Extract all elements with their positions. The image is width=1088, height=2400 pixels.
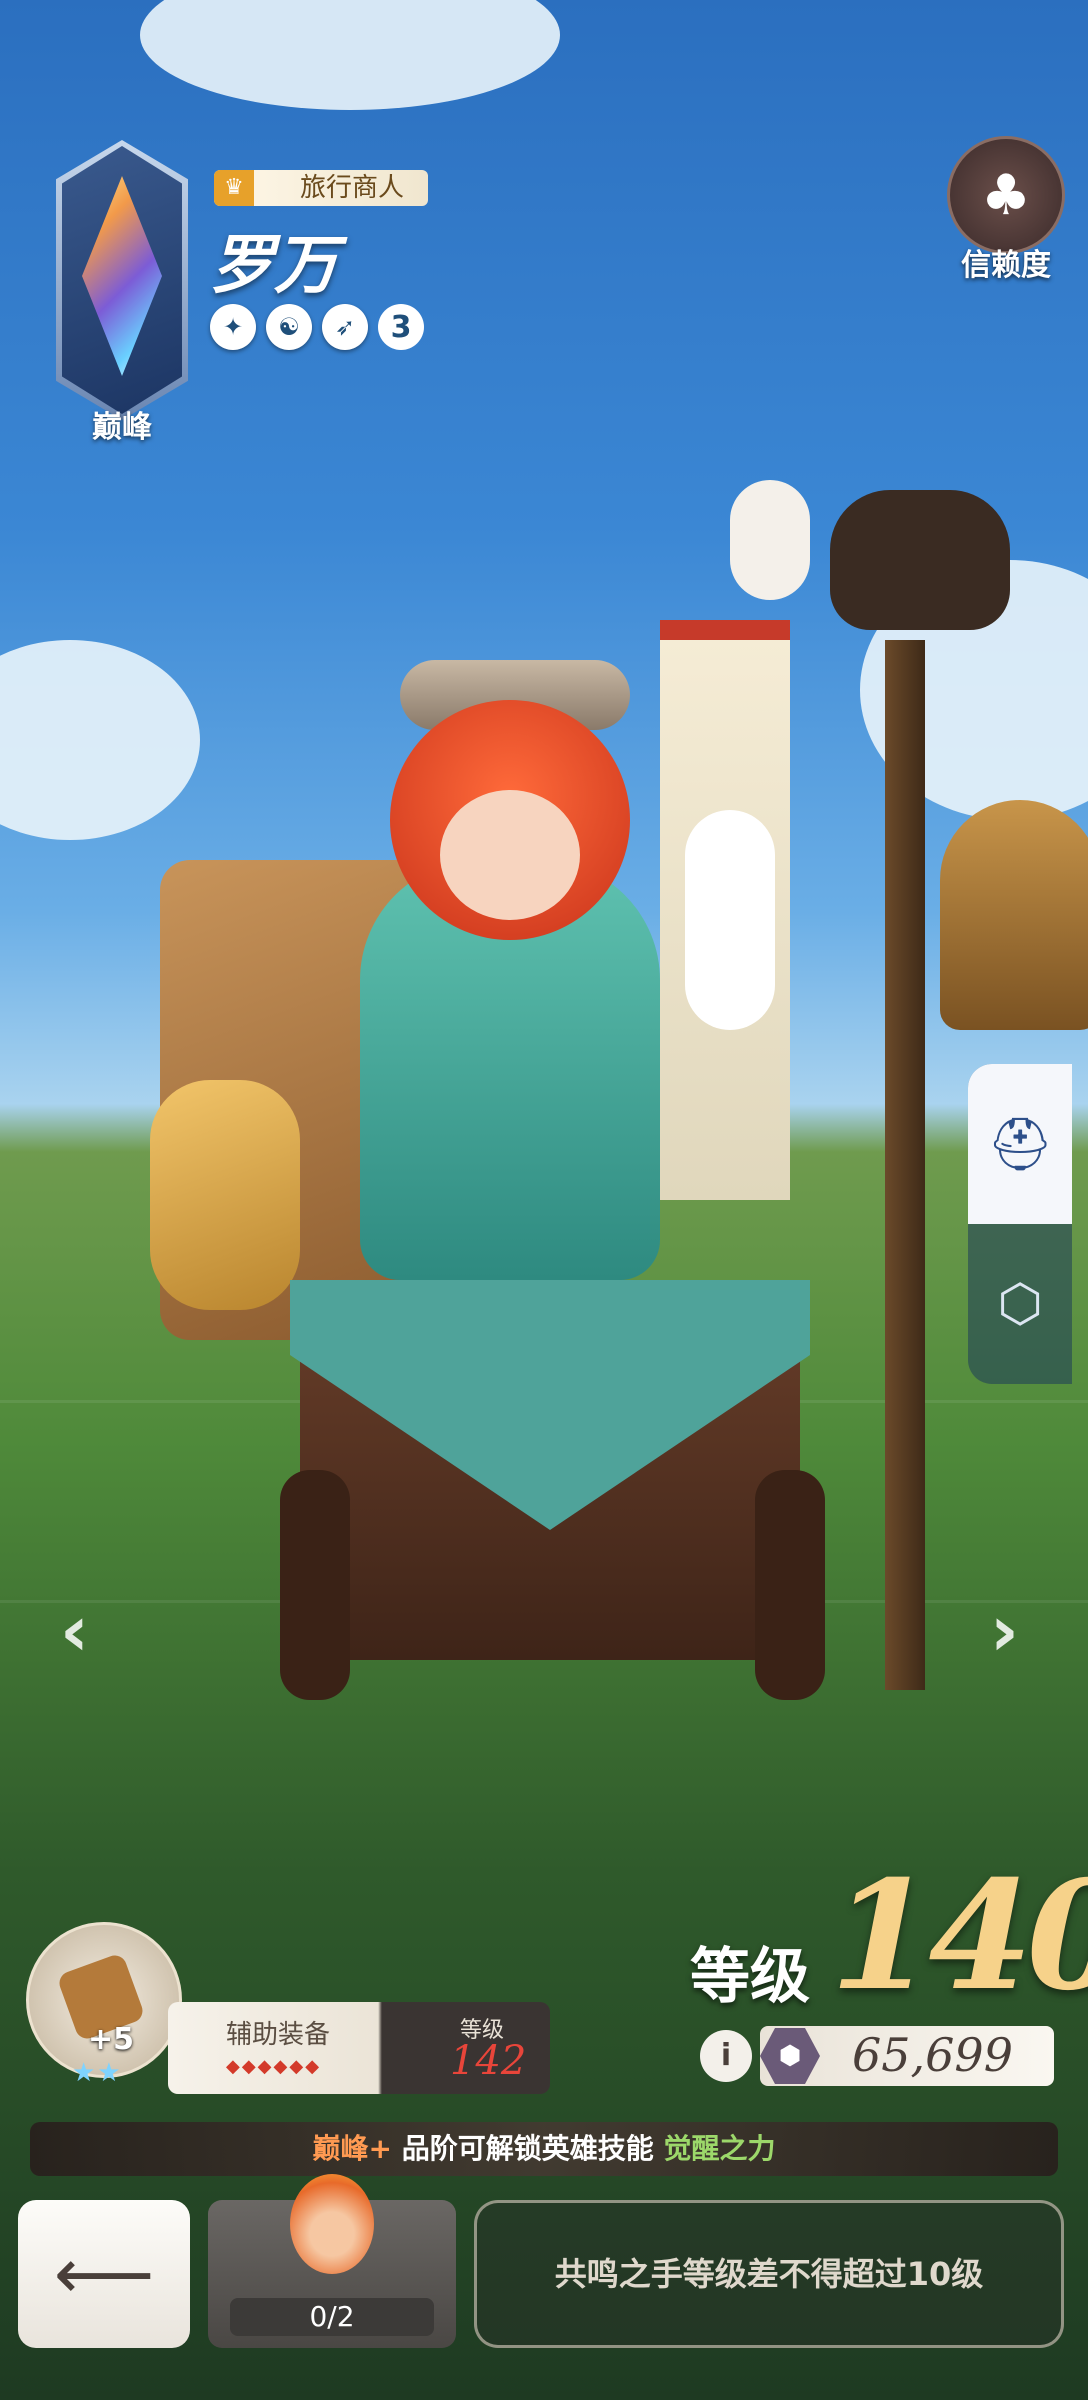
hero-level-label: 等级 (690, 1942, 810, 2012)
cloud (140, 0, 560, 110)
helmet-icon[interactable]: ⛑ (968, 1064, 1072, 1224)
hero-portrait-icon (290, 2174, 374, 2274)
trust-label: 信赖度 (961, 248, 1051, 283)
equipment-plus: +5 (88, 2022, 135, 2057)
prev-hero-arrow[interactable]: ‹ (60, 1590, 89, 1672)
sack (150, 1080, 300, 1310)
power-display: ⬢ 65,699 (760, 2026, 1054, 2086)
hero-skill-icons: ✦ ☯ ➶ 3 (210, 304, 424, 350)
hero-title: 旅行商人 (300, 173, 405, 203)
rank-badge[interactable]: 巅峰 (48, 140, 196, 450)
trust-button[interactable]: ♣ 信赖度 (946, 136, 1066, 283)
star-icon[interactable]: ✦ (210, 304, 256, 350)
next-hero-arrow[interactable]: › (990, 1590, 1019, 1672)
notice-skill: 觉醒之力 (663, 2132, 776, 2165)
back-button[interactable]: ⟵ (18, 2200, 190, 2348)
white-bird (730, 480, 810, 600)
resonance-message: 共鸣之手等级差不得超过10级 (474, 2200, 1064, 2348)
equipment-level: 142 (450, 2038, 527, 2084)
duck (830, 490, 1010, 630)
back-arrow-icon: ⟵ (53, 2233, 155, 2315)
rank-label: 巅峰 (92, 410, 152, 445)
side-tab-bar: ⛑ ⬡ (968, 1064, 1072, 1384)
hero-face (440, 790, 580, 920)
resonance-card[interactable]: 0/2 (208, 2174, 456, 2348)
crown-icon: ♛ (214, 170, 254, 206)
resonance-count: 0/2 (230, 2298, 434, 2336)
hero-character[interactable] (140, 480, 1088, 1780)
hero-name: 罗万 (210, 228, 338, 303)
clover-icon: ♣ (947, 136, 1065, 254)
power-value: 65,699 (852, 2028, 1013, 2082)
upgrade-notice: 巅峰+ 品阶可解锁英雄技能 觉醒之力 (30, 2122, 1058, 2176)
cart-wheel (755, 1470, 825, 1700)
notice-text: 品阶可解锁英雄技能 (391, 2132, 664, 2165)
equipment-name: 辅助装备 (226, 2020, 331, 2050)
goose-emblem (685, 810, 775, 1030)
support-equipment-icon[interactable]: +5 ★★ (26, 1922, 186, 2092)
hero-level: 140 (830, 1848, 1088, 2024)
hero-title-badge: ♛ 旅行商人 (214, 170, 428, 206)
card-icon[interactable]: ⬡ (968, 1224, 1072, 1384)
equipment-rank-dots: ◆◆◆◆◆◆ (226, 2056, 322, 2077)
info-button[interactable]: i (700, 2030, 752, 2082)
cart-wheel (280, 1470, 350, 1700)
bell (940, 800, 1088, 1030)
notice-rank: 巅峰+ (312, 2132, 392, 2165)
power-icon: ⬢ (760, 2028, 820, 2084)
support-equipment-card[interactable]: 辅助装备 ◆◆◆◆◆◆ 等级 142 (168, 2002, 550, 2094)
wave-icon[interactable]: ☯ (266, 304, 312, 350)
staff (885, 640, 925, 1690)
skill-count[interactable]: 3 (378, 304, 424, 350)
equipment-stars: ★★ (72, 2058, 123, 2088)
feather-icon[interactable]: ➶ (322, 304, 368, 350)
